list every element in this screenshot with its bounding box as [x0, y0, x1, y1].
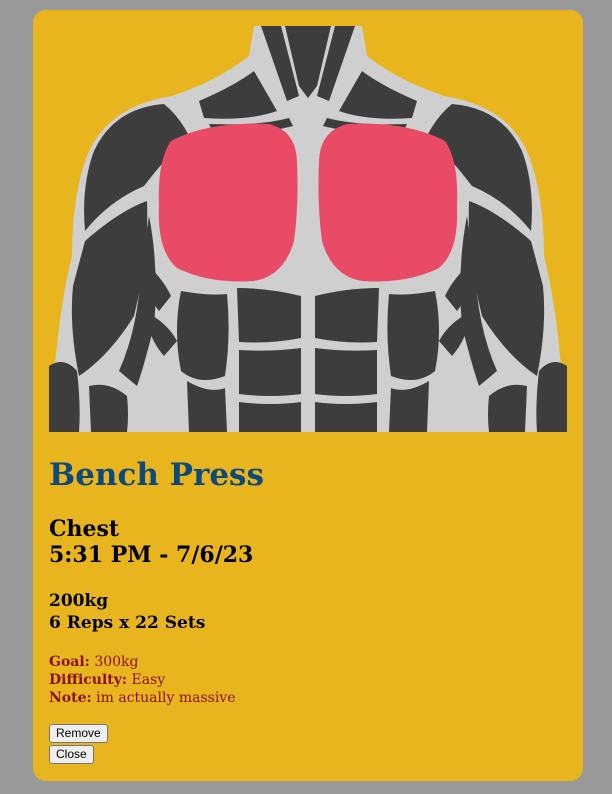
note-value: im actually massive: [96, 690, 236, 706]
goal-row: Goal: 300kg: [49, 653, 138, 671]
exercise-card: Bench Press Chest 5:31 PM - 7/6/23 200kg…: [33, 10, 583, 781]
exercise-title: Bench Press: [49, 457, 264, 493]
difficulty-row: Difficulty: Easy: [49, 671, 165, 689]
reps-label: Reps x: [66, 613, 130, 633]
exercise-timestamp: 5:31 PM - 7/6/23: [49, 542, 254, 568]
difficulty-value: Easy: [131, 672, 166, 688]
goal-value: 300kg: [94, 654, 139, 670]
note-row: Note: im actually massive: [49, 689, 236, 707]
sets-label: Sets: [164, 613, 206, 633]
difficulty-label: Difficulty:: [49, 672, 128, 688]
note-label: Note:: [49, 690, 92, 706]
exercise-weight: 200kg: [49, 591, 109, 611]
remove-button[interactable]: Remove: [49, 724, 108, 743]
reps-sets: 6 Reps x 22 Sets: [49, 612, 205, 634]
sets-count: 22: [135, 613, 159, 633]
muscle-group: Chest: [49, 516, 120, 542]
muscle-diagram-image: [49, 26, 567, 432]
goal-label: Goal:: [49, 654, 90, 670]
torso-muscle-icon: [49, 26, 567, 432]
reps-count: 6: [49, 613, 61, 633]
close-button[interactable]: Close: [49, 745, 94, 764]
